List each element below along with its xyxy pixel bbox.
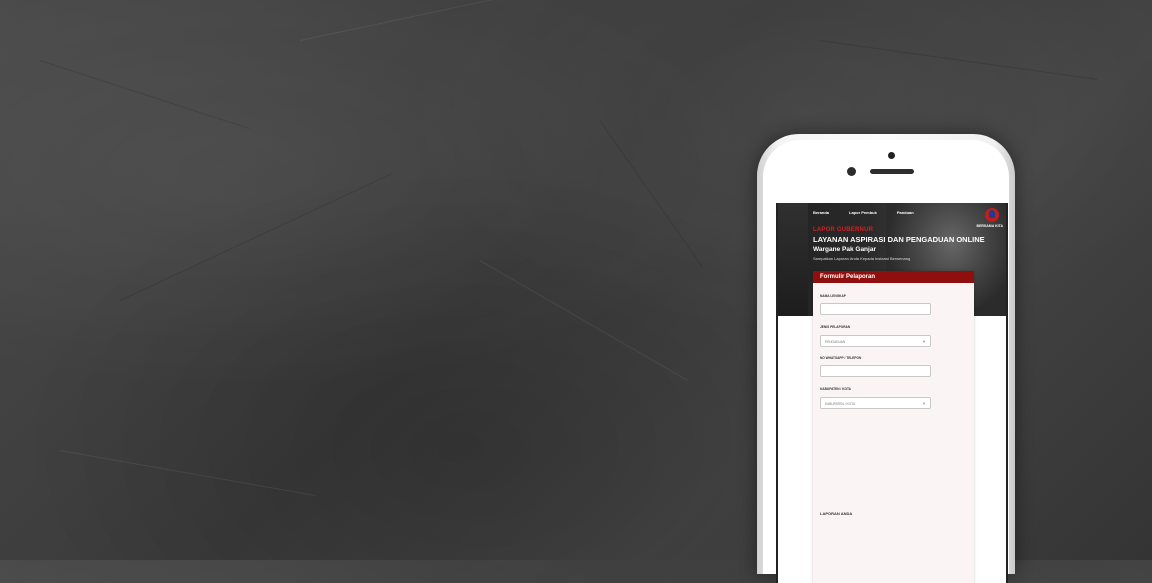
hero-title: LAYANAN ASPIRASI DAN PENGADUAN ONLINE xyxy=(813,235,985,244)
nav-item-beranda[interactable]: Beranda xyxy=(813,210,829,215)
report-label: LAPORAN ANDA xyxy=(820,511,853,516)
top-nav: Beranda Lapor Pembuk Panduan xyxy=(813,210,934,215)
speaker-grille xyxy=(870,169,914,174)
type-select[interactable]: PENGADUAN ▼ xyxy=(820,335,931,347)
nav-item-lapor[interactable]: Lapor Pembuk xyxy=(849,210,877,215)
sensor-icon xyxy=(847,167,856,176)
background-crease xyxy=(39,60,250,129)
background-crease xyxy=(819,40,1098,80)
background-crease xyxy=(120,173,393,301)
name-input[interactable] xyxy=(820,303,931,315)
phone-screen: Beranda Lapor Pembuk Panduan BERSAMA KIT… xyxy=(776,203,1008,583)
phone-input[interactable] xyxy=(820,365,931,377)
region-select-value: KABUPATEN / KOTA xyxy=(825,401,855,406)
hero-kicker: LAPOR GUBERNUR xyxy=(813,227,874,233)
chevron-down-icon: ▼ xyxy=(922,400,926,406)
background-crease xyxy=(59,450,317,497)
camera-icon xyxy=(888,152,895,159)
background-crease xyxy=(300,0,555,41)
phone-label: NO WHATSAPP / TELEPON xyxy=(820,356,862,360)
type-label: JENIS PELAPORAN xyxy=(820,325,851,329)
report-form: Formulir Pelaporan NAMA LENGKAP JENIS PE… xyxy=(813,271,974,583)
hero-description: Sampaikan Laporan Anda Kepada Instansi B… xyxy=(813,256,911,261)
phone-mockup: Beranda Lapor Pembuk Panduan BERSAMA KIT… xyxy=(757,134,1015,583)
region-label: KABUPATEN / KOTA xyxy=(820,387,851,391)
region-select[interactable]: KABUPATEN / KOTA ▼ xyxy=(820,397,931,409)
type-select-value: PENGADUAN xyxy=(825,339,846,344)
phone-bezel: Beranda Lapor Pembuk Panduan BERSAMA KIT… xyxy=(763,140,1009,583)
background-crease xyxy=(599,120,704,269)
hero-strip xyxy=(778,203,808,316)
nav-item-panduan[interactable]: Panduan xyxy=(897,210,914,215)
chevron-down-icon: ▼ xyxy=(922,338,926,344)
name-label: NAMA LENGKAP xyxy=(820,294,846,298)
logo-caption: BERSAMA KITA xyxy=(976,224,1003,228)
background-crease xyxy=(479,260,688,381)
logo-icon[interactable] xyxy=(985,208,999,222)
form-heading: Formulir Pelaporan xyxy=(813,271,974,283)
hero-subtitle: Wargane Pak Ganjar xyxy=(813,246,876,253)
